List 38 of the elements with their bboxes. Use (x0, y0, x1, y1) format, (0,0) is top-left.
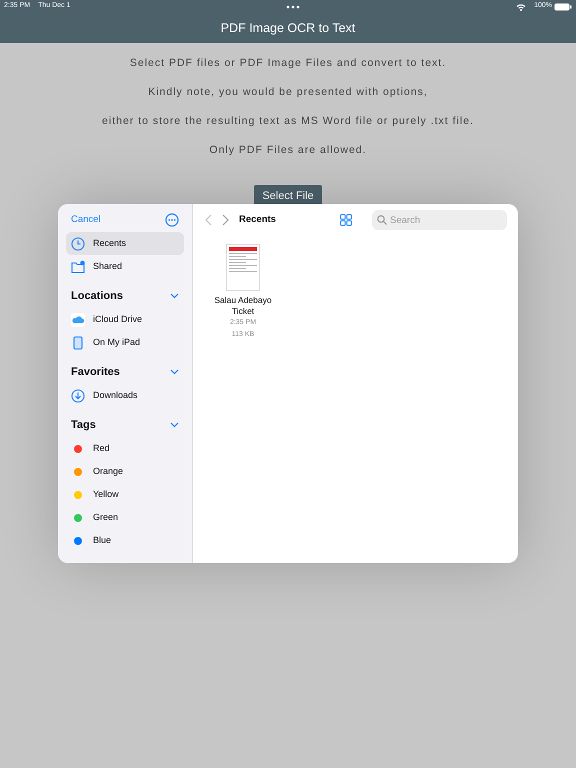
forward-chevron-icon (222, 214, 229, 226)
sidebar-item[interactable]: On My iPad (66, 331, 184, 354)
grid-view-icon[interactable] (340, 214, 352, 226)
sidebar-item[interactable]: Red (66, 437, 184, 460)
app-title: PDF Image OCR to Text (220, 20, 356, 37)
instruction-text: Only PDF Files are allowed. (209, 142, 367, 158)
sidebar-item[interactable]: Yellow (66, 483, 184, 506)
shared-folder-icon (71, 260, 85, 274)
sidebar-item[interactable]: Green (66, 506, 184, 529)
sidebar-item[interactable]: Blue (66, 529, 184, 552)
instruction-text: Select PDF files or PDF Image Files and convert to text. (130, 56, 446, 71)
section-heading: Favorites (71, 364, 120, 380)
sidebar-item[interactable]: Shared (66, 255, 184, 278)
clock-icon (71, 236, 85, 250)
sidebar-item[interactable]: Orange (66, 460, 184, 483)
section-heading: Locations (71, 288, 123, 304)
more-dots-icon (286, 4, 300, 8)
battery-icon (554, 2, 572, 10)
file-name: Salau Adebayo Ticket (213, 295, 273, 317)
chevron-icon[interactable] (170, 422, 179, 428)
chevron-icon[interactable] (170, 369, 179, 375)
sidebar-item[interactable]: Downloads (66, 384, 184, 407)
download-icon (71, 388, 85, 402)
instruction-text: either to store the resulting text as MS Word file or purely .txt file. (102, 114, 474, 129)
tablet-icon (71, 336, 85, 350)
search-field[interactable]: Search (372, 210, 507, 230)
sidebar-item[interactable]: Recents (66, 232, 184, 255)
back-chevron-icon (205, 214, 212, 226)
search-icon (377, 215, 387, 225)
sidebar-item[interactable]: iCloud Drive (66, 308, 184, 331)
chevron-icon[interactable] (170, 293, 179, 299)
wifi-icon (516, 2, 526, 10)
cloud-icon (71, 312, 85, 326)
document-thumbnail[interactable] (226, 244, 260, 291)
location-title: Recents (239, 212, 277, 227)
more-options-icon (165, 213, 179, 227)
section-heading: Tags (71, 418, 96, 433)
instruction-text: Kindly note, you would be presented with options, (148, 84, 428, 100)
